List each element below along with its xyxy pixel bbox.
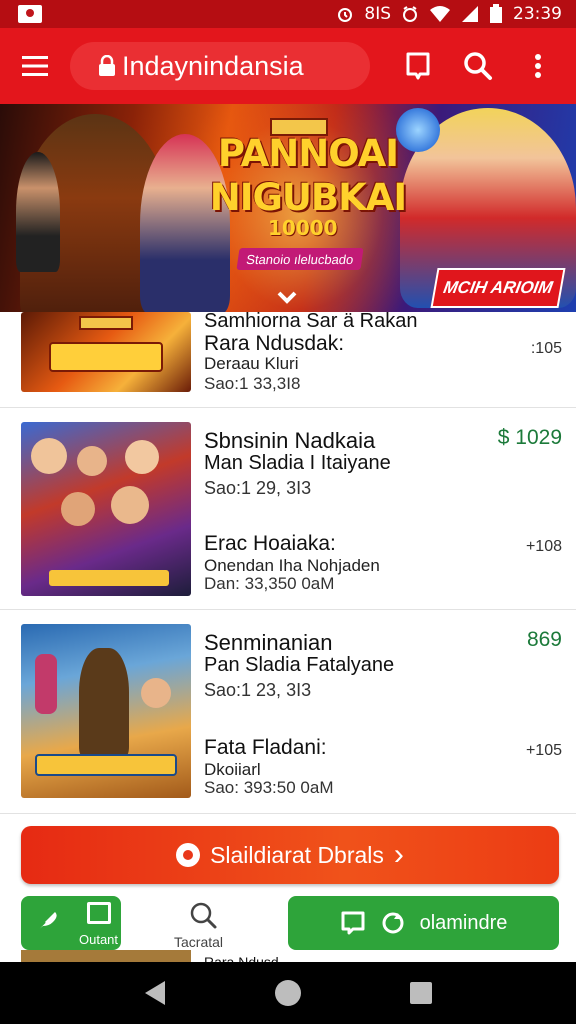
item-title-secondary: Fata Fladani: [204,736,327,759]
item-subtitle: Pan Sladia Fatalyane [204,654,395,676]
item-meta-secondary: Sao: 393:50 0aM [204,778,334,797]
status-bar: 8IS 23:39 [0,0,576,28]
promo-banner[interactable]: PANNOAI NIGUBKAI 10000 Stanoio ılelucbad… [0,104,576,312]
item-price: 869 [526,628,562,651]
hero-boy-image [16,152,60,272]
item-meta-secondary: Dan: 33,350 0aM [204,574,335,593]
item-detail: Deraau Kluri [204,354,299,373]
search-icon[interactable] [456,44,500,88]
item-detail: Dkoiiarl [204,760,261,779]
app-bar: Indaynindansia [0,28,576,104]
title-bar[interactable]: Indaynindansia [70,42,370,90]
banner-cta-button[interactable]: MCIH ARIOIM [430,268,566,308]
bottom-action-bar: Outant Tacratal olamindre [0,896,576,956]
green-action-button[interactable]: olamindre [288,896,559,950]
notification-icon [18,5,42,23]
item-meta: Sao:1 29, 3I3 [204,478,312,498]
item-meta: Sao:1 33,3I8 [204,374,301,393]
status-indicator: 8IS [364,4,391,24]
item-thumbnail [21,624,191,798]
more-vert-icon[interactable] [516,44,560,88]
alarm-icon [338,8,353,22]
location-icon [176,843,201,867]
recents-icon[interactable] [409,981,433,1005]
banner-number: 10000 [268,216,338,240]
banner-title: PANNOAI [217,132,399,175]
banner-tag: Stanoio ılelucbado [236,248,364,270]
chevron-right-icon: › [393,838,404,871]
list-item[interactable]: Senminanian Pan Sladia Fatalyane Sao:1 2… [0,610,576,814]
item-subtitle: Man Sladia I Itaiyane [204,452,391,474]
item-meta: Sao:1 23, 3I3 [204,680,312,700]
item-price-secondary: +105 [525,742,562,759]
home-icon[interactable] [274,979,302,1007]
bookmark-icon[interactable] [396,44,440,88]
primary-cta-button[interactable]: Slaildiarat Dbrals › [21,826,559,884]
tablet-icon [87,902,111,924]
list-item-peek-thumbnail [21,950,191,962]
menu-icon[interactable] [0,28,70,104]
nav-current-label: Outant [79,932,119,947]
list-item[interactable]: Samhiorna Sar ä Rakan Rara Ndusdak: Dera… [0,310,576,408]
battery-icon [490,4,502,23]
feather-icon [34,912,57,933]
chevron-down-icon[interactable] [276,290,298,306]
item-detail: Onendan Iha Nohjaden [204,556,380,575]
item-subtitle: Rara Ndusdak: [204,332,345,355]
nav-current-button[interactable]: Outant [21,896,121,950]
item-title: Sbnsinin Nadkaia [204,428,376,453]
banner-subtitle: NIGUBKAI [209,176,407,219]
item-title-secondary: Erac Hoaiaka: [204,532,336,555]
nav-search-button[interactable]: Tacratal [168,900,238,950]
green-button-label: olamindre [419,911,508,934]
list-item[interactable]: Sbnsinin Nadkaia Man Sladia I Itaiyane S… [0,408,576,610]
signal-icon [462,6,478,22]
system-navigation-bar [0,962,576,1024]
item-price: $ 1029 [497,426,562,449]
item-thumbnail [21,312,191,392]
item-title: Samhiorna Sar ä Rakan [204,310,418,332]
back-icon[interactable] [143,980,167,1006]
cta-label: Slaildiarat Dbrals [210,841,384,868]
lock-icon [99,55,115,76]
item-price-secondary: +108 [525,538,562,555]
status-time: 23:39 [513,4,562,24]
nav-search-label: Tacratal [174,934,224,950]
search-icon [190,902,217,929]
item-price: :105 [530,340,562,357]
item-title: Senminanian [204,630,333,655]
wifi-icon [430,6,450,22]
alarm-icon [403,6,417,22]
chat-icon [341,911,365,935]
refresh-icon [382,912,404,934]
app-title: Indaynindansia [122,50,304,81]
item-thumbnail [21,422,191,596]
